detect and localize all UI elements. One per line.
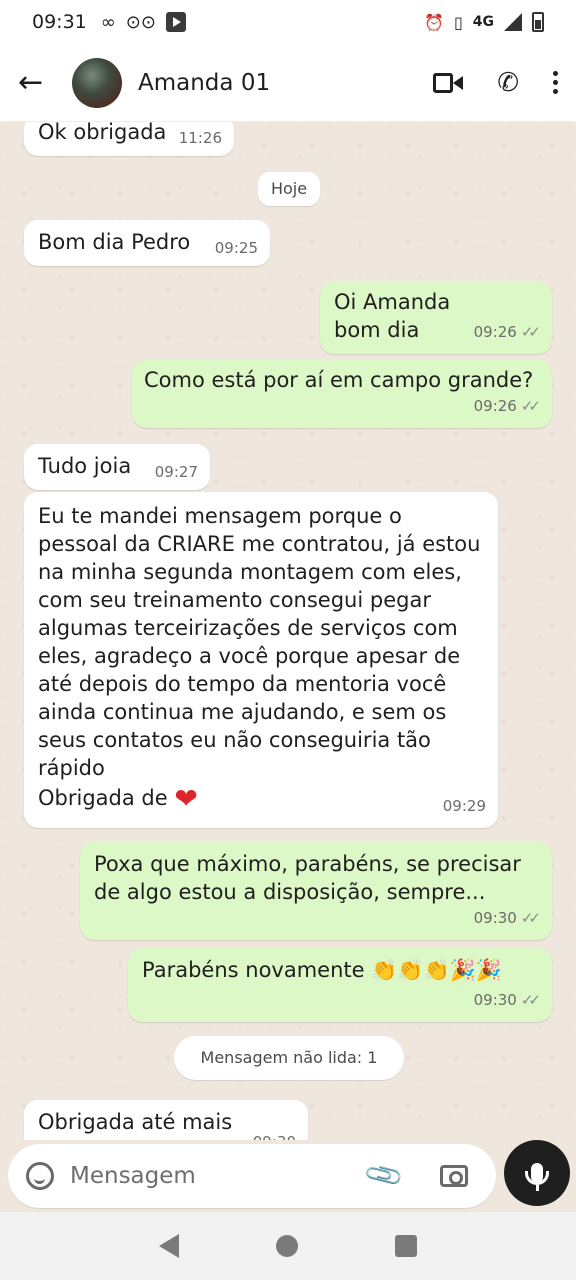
voice-record-button[interactable] xyxy=(504,1140,570,1206)
read-ticks-icon: ✓✓ xyxy=(520,909,541,927)
avatar[interactable] xyxy=(72,57,122,108)
message-incoming[interactable]: Bom dia Pedro 09:25 xyxy=(24,220,270,266)
message-text: Tudo joia xyxy=(38,454,132,478)
unread-divider: Mensagem não lida: 1 xyxy=(174,1036,404,1080)
chat-area[interactable]: Ok obrigada 11:26 Hoje Bom dia Pedro 09:… xyxy=(0,122,576,1140)
chat-header: ← Amanda 01 ✆ xyxy=(0,44,576,122)
message-time: 09:29 xyxy=(442,797,486,815)
message-text: Poxa que máximo, parabéns, se precisar d… xyxy=(94,852,521,904)
message-text: Parabéns novamente xyxy=(142,958,365,982)
signal-icon xyxy=(504,13,522,31)
nav-home-icon[interactable] xyxy=(275,1235,298,1257)
message-text-closing: Obrigada de xyxy=(38,786,168,810)
message-text: Como está por aí em campo grande? xyxy=(144,368,534,392)
infinity-icon: ∞ xyxy=(100,11,116,33)
contact-name[interactable]: Amanda 01 xyxy=(138,70,270,96)
message-text: Obrigada até mais xyxy=(38,1110,233,1134)
message-incoming[interactable]: Obrigada até mais 09:30 xyxy=(24,1100,308,1140)
message-text: Bom dia Pedro xyxy=(38,230,191,254)
message-incoming[interactable]: Ok obrigada 11:26 xyxy=(24,122,234,156)
message-time: 09:26 ✓✓ xyxy=(474,392,541,420)
battery-icon xyxy=(532,12,544,32)
voicemail-icon: ⊙⊙ xyxy=(125,11,156,33)
more-vert-icon[interactable] xyxy=(553,71,558,94)
heart-emoji-icon: ❤ xyxy=(174,782,198,815)
date-divider: Hoje xyxy=(258,172,320,206)
message-time: 09:30 ✓✓ xyxy=(474,986,541,1014)
composer: 📎 xyxy=(0,1140,576,1212)
network-type: 4G xyxy=(472,14,494,30)
message-outgoing[interactable]: Oi Amanda bom dia 09:26 ✓✓ xyxy=(320,282,552,354)
arrow-back-icon[interactable]: ← xyxy=(18,65,54,100)
read-ticks-icon: ✓✓ xyxy=(520,397,541,415)
message-time: 11:26 xyxy=(178,129,222,147)
message-outgoing[interactable]: Parabéns novamente 👏👏👏🎉🎉 09:30 ✓✓ xyxy=(128,948,552,1022)
message-text: Oi Amanda bom dia xyxy=(334,290,451,342)
system-nav-bar xyxy=(0,1212,576,1280)
play-store-icon xyxy=(165,12,186,32)
message-outgoing[interactable]: Poxa que máximo, parabéns, se precisar d… xyxy=(80,842,552,940)
nav-recents-icon[interactable] xyxy=(395,1235,418,1257)
message-outgoing[interactable]: Como está por aí em campo grande? 09:26 ✓… xyxy=(132,360,552,428)
attach-icon[interactable]: 📎 xyxy=(362,1154,406,1197)
video-call-icon[interactable] xyxy=(433,72,464,94)
read-ticks-icon: ✓✓ xyxy=(520,991,541,1009)
camera-icon[interactable] xyxy=(440,1165,469,1187)
phone-icon[interactable]: ✆ xyxy=(497,68,519,98)
message-text: Eu te mandei mensagem porque o pessoal d… xyxy=(38,504,481,780)
clap-party-emoji-icon: 👏👏👏🎉🎉 xyxy=(371,958,502,982)
mic-icon xyxy=(525,1163,549,1191)
clock: 09:31 xyxy=(32,11,87,33)
message-time: 09:26 ✓✓ xyxy=(474,318,541,346)
nav-back-icon[interactable] xyxy=(158,1234,179,1258)
message-time: 09:30 xyxy=(253,1128,296,1140)
message-time: 09:30 ✓✓ xyxy=(474,904,541,932)
alarm-icon: ⏰ xyxy=(424,12,444,32)
message-input-box[interactable]: 📎 xyxy=(8,1144,496,1208)
vibrate-icon: ▯ xyxy=(453,12,463,32)
read-ticks-icon: ✓✓ xyxy=(520,323,541,341)
message-time: 09:25 xyxy=(214,239,258,257)
message-time: 09:27 xyxy=(154,463,198,481)
message-input[interactable] xyxy=(70,1163,360,1189)
status-bar: 09:31 ∞ ⊙⊙ ⏰ ▯ 4G xyxy=(0,0,576,44)
message-text: Ok obrigada xyxy=(38,122,167,144)
message-incoming[interactable]: Eu te mandei mensagem porque o pessoal d… xyxy=(24,492,498,828)
emoji-icon[interactable] xyxy=(26,1162,54,1190)
message-incoming[interactable]: Tudo joia 09:27 xyxy=(24,444,210,490)
